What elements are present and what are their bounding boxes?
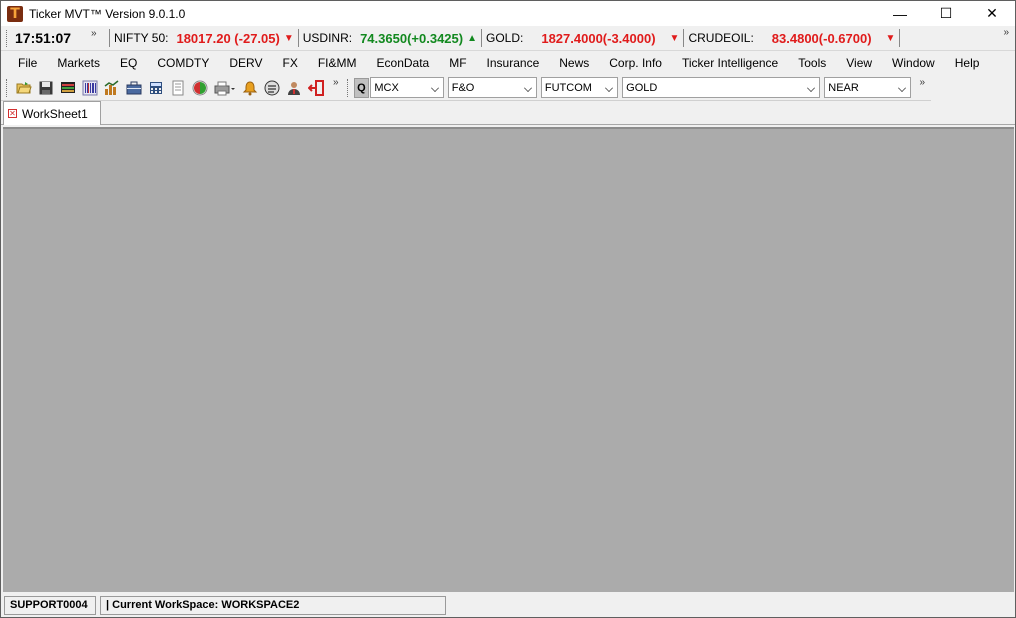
menu-file[interactable]: File: [8, 52, 47, 74]
ticker-separator: [683, 29, 685, 47]
menu-fi-mm[interactable]: FI&MM: [308, 52, 367, 74]
tab-label: WorkSheet1: [22, 106, 88, 121]
ticker-label-crudeoil: CRUDEOIL:: [688, 31, 754, 45]
menu-econdata[interactable]: EconData: [367, 52, 440, 74]
close-button[interactable]: ✕: [969, 1, 1015, 26]
barcode-chart-icon[interactable]: [82, 80, 98, 96]
down-arrow-icon: ▼: [283, 32, 294, 44]
menu-mf[interactable]: MF: [439, 52, 476, 74]
menu-fx[interactable]: FX: [273, 52, 308, 74]
calculator-icon[interactable]: [148, 80, 164, 96]
open-folder-icon[interactable]: [16, 80, 32, 96]
instrument-select[interactable]: FUTCOM: [540, 77, 619, 98]
ticker-label-usdinr: USDINR:: [302, 31, 353, 45]
symbol-select[interactable]: GOLD: [622, 77, 821, 98]
menu-eq[interactable]: EQ: [110, 52, 147, 74]
printer-icon[interactable]: [214, 80, 236, 96]
save-icon[interactable]: [38, 80, 54, 96]
toolbar-more-chevron-icon[interactable]: »: [333, 77, 339, 88]
app-window: T Ticker MVT™ Version 9.0.1.0 — ☐ ✕ 17:5…: [0, 0, 1016, 618]
ticker-chevron-icon[interactable]: »: [91, 28, 105, 39]
tab-worksheet1[interactable]: ✕ WorkSheet1: [3, 101, 101, 125]
ticker-value-usdinr: 74.3650(+0.3425): [360, 30, 464, 46]
status-bar: SUPPORT0004 | Current WorkSpace: WORKSPA…: [1, 593, 1015, 617]
menu-view[interactable]: View: [836, 52, 882, 74]
bar-chart-icon[interactable]: [104, 79, 120, 96]
user-icon[interactable]: [286, 80, 302, 96]
maximize-button[interactable]: ☐: [923, 1, 969, 26]
ticker-separator: [297, 29, 299, 47]
toolbar: » Q MCX F&O FUTCOM GOLD NEAR »: [1, 75, 931, 101]
menu-corp-info[interactable]: Corp. Info: [599, 52, 672, 74]
app-logo-icon: T: [7, 5, 23, 22]
toolbar-grip[interactable]: [6, 78, 9, 97]
ticker-value-nifty: 18017.20 (-27.05): [176, 30, 280, 46]
exit-icon[interactable]: [307, 79, 324, 96]
toolbar-grip[interactable]: [346, 78, 350, 97]
window-controls: — ☐ ✕: [877, 1, 1015, 26]
ticker-separator: [899, 29, 901, 47]
chevron-down-icon: [523, 84, 532, 92]
up-arrow-icon: ▲: [467, 32, 477, 44]
toolbar-right-more-chevron-icon[interactable]: »: [919, 77, 925, 88]
chevron-down-icon: [898, 84, 907, 92]
ticker-separator: [481, 29, 482, 47]
menu-comdty[interactable]: COMDTY: [147, 52, 219, 74]
menu-help[interactable]: Help: [945, 52, 990, 74]
bell-icon[interactable]: [242, 80, 258, 96]
status-workspace: | Current WorkSpace: WORKSPACE2: [100, 595, 446, 615]
exchange-value: MCX: [374, 81, 399, 94]
close-tab-icon[interactable]: ✕: [8, 109, 17, 118]
ticker-value-crudeoil: 83.4800(-0.6700): [771, 30, 872, 46]
status-user: SUPPORT0004: [4, 595, 96, 615]
news-icon[interactable]: [264, 80, 280, 96]
ticker-more-chevron-icon[interactable]: »: [1003, 27, 1009, 38]
ticker-separator: [109, 29, 110, 47]
chevron-down-icon: [605, 84, 614, 92]
segment-value: F&O: [451, 81, 475, 94]
menu-window[interactable]: Window: [882, 52, 945, 74]
menu-derv[interactable]: DERV: [219, 52, 272, 74]
expiry-value: NEAR: [828, 81, 859, 94]
down-arrow-icon: ▼: [885, 32, 896, 44]
clock: 17:51:07: [15, 30, 72, 46]
symbol-value: GOLD: [626, 81, 658, 94]
monitor-icon[interactable]: [60, 80, 76, 96]
expiry-select[interactable]: NEAR: [824, 77, 912, 98]
instrument-value: FUTCOM: [544, 81, 592, 94]
menu-news[interactable]: News: [549, 52, 599, 74]
chevron-down-icon: [807, 84, 816, 92]
quote-button[interactable]: Q: [353, 77, 370, 98]
exchange-select[interactable]: MCX: [370, 77, 444, 98]
down-arrow-icon: ▼: [669, 32, 680, 44]
title-bar: T Ticker MVT™ Version 9.0.1.0 — ☐ ✕: [1, 1, 1015, 26]
window-title: Ticker MVT™ Version 9.0.1.0: [29, 6, 186, 21]
document-icon[interactable]: [170, 80, 186, 96]
ticker-label-gold: GOLD:: [486, 31, 524, 45]
ticker-label-nifty: NIFTY 50:: [114, 31, 169, 45]
menu-tools[interactable]: Tools: [788, 52, 836, 74]
menu-markets[interactable]: Markets: [47, 52, 110, 74]
briefcase-icon[interactable]: [126, 80, 142, 96]
workspace-area[interactable]: [3, 127, 1014, 592]
ticker-grip[interactable]: [6, 29, 9, 47]
menu-insurance[interactable]: Insurance: [477, 52, 550, 74]
menu-ticker-intelligence[interactable]: Ticker Intelligence: [672, 52, 788, 74]
chevron-down-icon: [430, 84, 439, 92]
menu-bar: File Markets EQ COMDTY DERV FX FI&MM Eco…: [1, 52, 1015, 74]
worksheet-tabstrip: ✕ WorkSheet1: [1, 101, 1015, 125]
ticker-bar: 17:51:07 » NIFTY 50: 18017.20 (-27.05) ▼…: [1, 26, 1015, 51]
minimize-button[interactable]: —: [877, 1, 923, 26]
flag-icon[interactable]: [192, 80, 208, 96]
segment-select[interactable]: F&O: [447, 77, 537, 98]
ticker-value-gold: 1827.4000(-3.4000): [541, 30, 656, 46]
